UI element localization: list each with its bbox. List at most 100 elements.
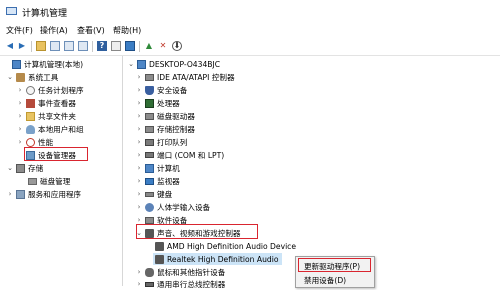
printer-icon bbox=[145, 138, 154, 146]
folder-icon bbox=[26, 111, 35, 121]
menu-help[interactable]: 帮助(H) bbox=[113, 25, 141, 36]
expand-arrow-icon[interactable]: › bbox=[16, 99, 24, 107]
tree-item-system-tools[interactable]: ⌄ 系统工具 bbox=[6, 71, 58, 83]
device-category-keyboards[interactable]: › 键盘 bbox=[135, 188, 173, 200]
menu-view[interactable]: 查看(V) bbox=[77, 25, 105, 36]
mouse-icon bbox=[145, 267, 154, 277]
tree-item-disk-management[interactable]: 磁盘管理 bbox=[26, 175, 70, 187]
expand-arrow-icon[interactable]: › bbox=[135, 112, 143, 120]
computer-icon bbox=[12, 59, 21, 69]
expand-arrow-icon[interactable]: › bbox=[135, 151, 143, 159]
tools-icon bbox=[16, 72, 25, 82]
download-icon[interactable]: ⬇ bbox=[172, 41, 182, 51]
back-icon[interactable]: ◀ bbox=[5, 41, 15, 51]
keyboard-icon bbox=[145, 191, 154, 197]
update-driver-highlight bbox=[298, 258, 371, 272]
tree-item-computer-management[interactable]: 计算机管理(本地) bbox=[2, 58, 83, 70]
menu-disable-device[interactable]: 禁用设备(D) bbox=[304, 275, 346, 286]
speaker-icon bbox=[155, 254, 164, 264]
uninstall-icon[interactable]: ✕ bbox=[158, 41, 168, 51]
storage-controller-icon bbox=[145, 125, 154, 133]
disk-drive-icon bbox=[145, 112, 154, 120]
computer-icon bbox=[145, 163, 154, 173]
event-log-icon bbox=[26, 98, 35, 108]
expand-arrow-icon[interactable]: › bbox=[135, 203, 143, 211]
context-menu: 更新驱动程序(P) 禁用设备(D) bbox=[295, 256, 375, 288]
device-category-monitors[interactable]: › 监视器 bbox=[135, 175, 180, 187]
device-category-ide[interactable]: › IDE ATA/ATAPI 控制器 bbox=[135, 71, 235, 83]
collapse-arrow-icon[interactable]: ⌄ bbox=[6, 73, 14, 81]
services-icon bbox=[16, 189, 25, 199]
disk-icon bbox=[28, 177, 37, 185]
device-category-ports[interactable]: › 端口 (COM 和 LPT) bbox=[135, 149, 225, 161]
tree-item-shared-folders[interactable]: › 共享文件夹 bbox=[16, 110, 76, 122]
tree-item-services-apps[interactable]: › 服务和应用程序 bbox=[6, 188, 81, 200]
menu-bar: 文件(F) 操作(A) 查看(V) 帮助(H) bbox=[0, 22, 500, 38]
computer-icon bbox=[137, 59, 146, 69]
device-realtek-audio[interactable]: Realtek High Definition Audio bbox=[153, 253, 283, 265]
tree-item-task-scheduler[interactable]: › 任务计划程序 bbox=[16, 84, 84, 96]
processor-icon bbox=[145, 98, 154, 108]
help-icon[interactable]: ? bbox=[97, 41, 107, 51]
device-category-usb[interactable]: › 通用串行总线控制器 bbox=[135, 278, 226, 290]
update-driver-icon[interactable]: ▲ bbox=[144, 41, 154, 51]
expand-arrow-icon[interactable]: › bbox=[16, 138, 24, 146]
toolbar-separator bbox=[139, 41, 140, 52]
device-root[interactable]: ⌄ DESKTOP-O434BJC bbox=[127, 58, 220, 70]
forward-icon[interactable]: ▶ bbox=[17, 41, 27, 51]
action-pane-icon[interactable] bbox=[111, 41, 121, 51]
expand-arrow-icon[interactable]: › bbox=[16, 86, 24, 94]
collapse-arrow-icon[interactable]: ⌄ bbox=[6, 164, 14, 172]
device-category-print-queues[interactable]: › 打印队列 bbox=[135, 136, 188, 148]
users-icon bbox=[26, 124, 35, 134]
device-category-hid[interactable]: › 人体学输入设备 bbox=[135, 201, 210, 213]
device-amd-audio[interactable]: AMD High Definition Audio Device bbox=[153, 240, 296, 252]
expand-arrow-icon[interactable]: › bbox=[135, 177, 143, 185]
device-category-security[interactable]: › 安全设备 bbox=[135, 84, 187, 96]
security-device-icon bbox=[145, 85, 154, 95]
toolbar: ◀ ▶ ? ▲ ✕ ⬇ bbox=[0, 38, 500, 56]
tree-item-storage[interactable]: ⌄ 存储 bbox=[6, 162, 43, 174]
ide-controller-icon bbox=[145, 73, 154, 81]
expand-arrow-icon[interactable]: › bbox=[6, 190, 14, 198]
expand-arrow-icon[interactable]: › bbox=[135, 164, 143, 172]
device-manager-highlight bbox=[24, 147, 88, 161]
expand-arrow-icon[interactable]: › bbox=[135, 280, 143, 288]
clock-icon bbox=[26, 85, 35, 95]
properties-icon[interactable] bbox=[64, 41, 74, 51]
monitor-icon bbox=[145, 177, 154, 185]
collapse-arrow-icon[interactable]: ⌄ bbox=[127, 60, 135, 68]
expand-arrow-icon[interactable]: › bbox=[135, 190, 143, 198]
export-list-icon[interactable] bbox=[78, 41, 88, 51]
up-folder-icon[interactable] bbox=[36, 41, 46, 51]
device-tree: ⌄ DESKTOP-O434BJC › IDE ATA/ATAPI 控制器 › … bbox=[123, 56, 500, 289]
device-category-computer[interactable]: › 计算机 bbox=[135, 162, 180, 174]
monitor-icon[interactable] bbox=[125, 41, 135, 51]
expand-arrow-icon[interactable]: › bbox=[135, 268, 143, 276]
device-category-storage-controllers[interactable]: › 存储控制器 bbox=[135, 123, 195, 135]
toolbar-separator bbox=[92, 41, 93, 52]
speaker-icon bbox=[155, 241, 164, 251]
port-icon bbox=[145, 152, 154, 158]
expand-arrow-icon[interactable]: › bbox=[135, 99, 143, 107]
menu-action[interactable]: 操作(A) bbox=[40, 25, 68, 36]
sound-category-highlight bbox=[136, 224, 258, 239]
expand-arrow-icon[interactable]: › bbox=[16, 112, 24, 120]
tree-item-local-users[interactable]: › 本地用户和组 bbox=[16, 123, 84, 135]
menu-file[interactable]: 文件(F) bbox=[6, 25, 33, 36]
device-category-mice[interactable]: › 鼠标和其他指针设备 bbox=[135, 266, 225, 278]
human-interface-icon bbox=[145, 202, 154, 212]
expand-arrow-icon[interactable]: › bbox=[16, 125, 24, 133]
expand-arrow-icon[interactable]: › bbox=[135, 86, 143, 94]
tree-item-event-viewer[interactable]: › 事件查看器 bbox=[16, 97, 76, 109]
show-hide-tree-icon[interactable] bbox=[50, 41, 60, 51]
expand-arrow-icon[interactable]: › bbox=[135, 73, 143, 81]
expand-arrow-icon[interactable]: › bbox=[135, 138, 143, 146]
expand-arrow-icon[interactable]: › bbox=[135, 125, 143, 133]
console-tree: 计算机管理(本地) ⌄ 系统工具 › 任务计划程序 › 事件查看器 › 共享文件… bbox=[0, 56, 123, 286]
device-category-processor[interactable]: › 处理器 bbox=[135, 97, 180, 109]
device-category-disk-drives[interactable]: › 磁盘驱动器 bbox=[135, 110, 195, 122]
expand-arrow-icon[interactable]: › bbox=[135, 216, 143, 224]
toolbar-separator bbox=[31, 41, 32, 52]
computer-management-icon bbox=[6, 7, 17, 15]
